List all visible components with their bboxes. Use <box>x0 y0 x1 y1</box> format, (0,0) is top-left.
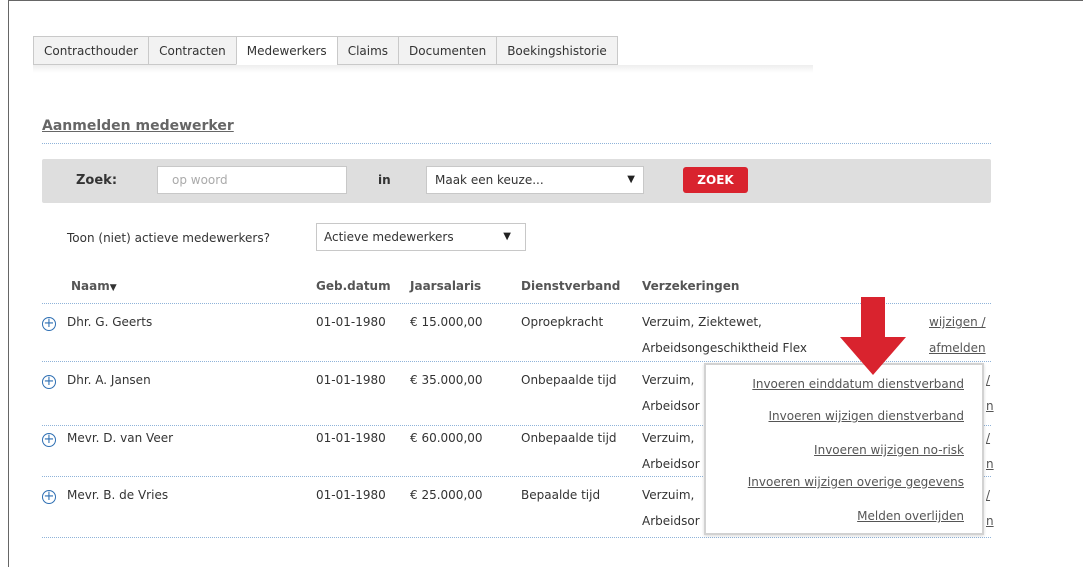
red-down-arrow-icon <box>840 297 906 375</box>
salary: € 25.000,00 <box>410 488 483 502</box>
plus-circle-icon[interactable]: + <box>42 433 56 447</box>
column-header-dienstverband: Dienstverband <box>521 279 621 293</box>
insurance-line-2: Arbeidsor <box>642 399 700 413</box>
birth-date: 01-01-1980 <box>316 431 386 445</box>
search-in-label: in <box>378 173 391 187</box>
menu-item-wijzigen-no-risk[interactable]: Invoeren wijzigen no-risk <box>814 443 964 457</box>
row-divider <box>42 537 991 538</box>
insurance-line-1: Verzuim, <box>642 373 695 387</box>
column-header-jaarsalaris: Jaarsalaris <box>410 279 482 293</box>
plus-circle-icon[interactable]: + <box>42 490 56 504</box>
insurance-line-2: Arbeidsor <box>642 457 700 471</box>
employee-actions-menu: Invoeren einddatum dienstverband Invoere… <box>704 363 984 535</box>
employee-name: Mevr. B. de Vries <box>67 488 169 502</box>
active-filter-select-value: Actieve medewerkers <box>324 230 454 244</box>
tab-claims[interactable]: Claims <box>336 36 399 65</box>
edit-link[interactable]: wijzigen / <box>929 315 986 329</box>
title-divider <box>42 143 991 144</box>
plus-circle-icon[interactable]: + <box>42 317 56 331</box>
tab-contracthouder[interactable]: Contracthouder <box>33 36 149 65</box>
edit-link[interactable]: / <box>986 488 990 502</box>
insurance-line-2: Arbeidsor <box>642 514 700 528</box>
insurance-line-1: Verzuim, <box>642 431 695 445</box>
deregister-link[interactable]: n <box>986 514 994 528</box>
insurance-line-1: Verzuim, <box>642 488 695 502</box>
sort-down-icon[interactable]: ▼ <box>110 283 117 293</box>
edit-link[interactable]: / <box>986 431 990 445</box>
column-header-gebdatum: Geb.datum <box>316 279 391 293</box>
menu-item-wijzigen-dienstverband[interactable]: Invoeren wijzigen dienstverband <box>769 409 965 423</box>
birth-date: 01-01-1980 <box>316 315 386 329</box>
salary: € 15.000,00 <box>410 315 483 329</box>
menu-item-overige-gegevens[interactable]: Invoeren wijzigen overige gegevens <box>748 475 964 489</box>
page-title[interactable]: Aanmelden medewerker <box>42 118 234 134</box>
deregister-link[interactable]: n <box>986 457 994 471</box>
employment-type: Onbepaalde tijd <box>521 373 617 387</box>
employee-name: Mevr. D. van Veer <box>67 431 174 445</box>
column-header-verzekeringen: Verzekeringen <box>642 279 740 293</box>
employment-type: Onbepaalde tijd <box>521 431 617 445</box>
tab-bar: Contracthouder Contracten Medewerkers Cl… <box>33 36 618 65</box>
salary: € 60.000,00 <box>410 431 483 445</box>
birth-date: 01-01-1980 <box>316 488 386 502</box>
active-filter-select[interactable]: Actieve medewerkers ▼ <box>316 223 526 251</box>
deregister-link[interactable]: afmelden <box>929 341 986 355</box>
active-filter-label: Toon (niet) actieve medewerkers? <box>67 231 270 245</box>
tab-documenten[interactable]: Documenten <box>398 36 497 65</box>
column-header-naam-label: Naam <box>71 279 110 293</box>
caret-down-icon: ▼ <box>503 231 511 242</box>
plus-circle-icon[interactable]: + <box>42 375 56 389</box>
employee-name: Dhr. G. Geerts <box>67 315 153 329</box>
tab-contracten[interactable]: Contracten <box>148 36 236 65</box>
search-input[interactable] <box>157 166 347 194</box>
employment-type: Oproepkracht <box>521 315 604 329</box>
insurance-line-1: Verzuim, Ziektewet, <box>642 315 762 329</box>
salary: € 35.000,00 <box>410 373 483 387</box>
edit-link[interactable]: / <box>986 373 990 387</box>
menu-item-einddatum-dienstverband[interactable]: Invoeren einddatum dienstverband <box>752 377 964 391</box>
employee-name: Dhr. A. Jansen <box>67 373 151 387</box>
tab-medewerkers[interactable]: Medewerkers <box>235 36 337 65</box>
search-field-select-value: Maak een keuze... <box>435 173 544 187</box>
search-label: Zoek: <box>76 173 118 188</box>
birth-date: 01-01-1980 <box>316 373 386 387</box>
menu-item-melden-overlijden[interactable]: Melden overlijden <box>857 509 964 523</box>
caret-down-icon: ▼ <box>627 174 635 185</box>
search-bar: Zoek: in Maak een keuze... ▼ ZOEK <box>42 159 991 203</box>
tab-boekingshistorie[interactable]: Boekingshistorie <box>496 36 618 65</box>
insurance-line-2: Arbeidsongeschiktheid Flex <box>642 341 807 355</box>
employment-type: Bepaalde tijd <box>521 488 601 502</box>
search-field-select[interactable]: Maak een keuze... ▼ <box>426 166 644 194</box>
column-header-naam[interactable]: Naam▼ <box>71 279 117 293</box>
deregister-link[interactable]: n <box>986 399 994 413</box>
tab-bar-shadow <box>33 65 813 73</box>
search-button[interactable]: ZOEK <box>683 167 748 193</box>
